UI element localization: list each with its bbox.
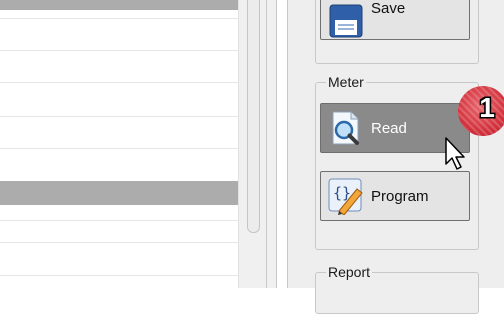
report-group-title: Report [326,264,373,280]
mouse-pointer-icon [445,137,465,170]
vertical-scrollbar[interactable] [238,0,267,288]
program-button-label: Program [371,187,429,205]
save-button[interactable]: Save [320,0,470,40]
step-callout-number: 1 [479,92,495,123]
list-row[interactable] [0,242,238,243]
list-row[interactable] [0,50,238,51]
program-button[interactable]: {} Program [320,171,470,221]
save-button-label: Save [371,0,406,17]
code-pencil-icon: {} [328,178,363,215]
list-row[interactable] [0,275,238,276]
panel-splitter[interactable] [266,0,276,288]
read-button-label: Read [371,119,407,137]
list-row[interactable] [0,220,238,221]
list-row-selected[interactable] [0,181,238,205]
magnifier-document-icon [332,111,359,145]
panel-divider [276,0,288,288]
list-row[interactable] [0,82,238,83]
list-row[interactable] [0,148,238,149]
save-icon [329,4,363,38]
list-row[interactable] [0,116,238,117]
scrollbar-thumb[interactable] [247,0,260,233]
list-row[interactable] [0,18,238,19]
list-row-selected[interactable] [0,0,238,10]
meter-group-title: Meter [326,74,366,90]
data-list[interactable] [0,0,238,288]
